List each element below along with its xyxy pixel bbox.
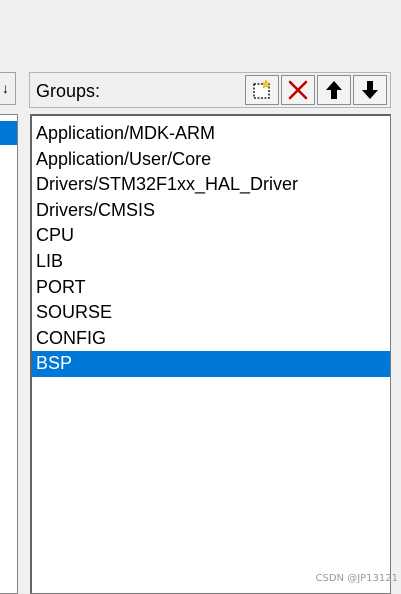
watermark: CSDN @JP13121 — [315, 573, 398, 584]
group-item-selected[interactable]: BSP — [32, 351, 390, 377]
groups-list[interactable]: Application/MDK-ARM Application/User/Cor… — [30, 114, 391, 594]
move-up-arrow-icon — [326, 81, 342, 99]
group-item[interactable]: Application/User/Core — [32, 147, 390, 173]
move-down-button[interactable] — [353, 75, 387, 105]
group-item[interactable]: Drivers/CMSIS — [32, 198, 390, 224]
groups-toolbar — [243, 75, 387, 105]
move-down-arrow-icon — [362, 81, 378, 99]
group-item[interactable]: CONFIG — [32, 326, 390, 352]
groups-label: Groups: — [36, 81, 101, 101]
new-group-button[interactable] — [245, 75, 279, 105]
move-down-arrow-icon[interactable]: ↓ — [2, 80, 9, 96]
move-up-button[interactable] — [317, 75, 351, 105]
delete-icon — [288, 80, 308, 100]
new-group-icon — [253, 79, 271, 99]
group-item[interactable]: CPU — [32, 223, 390, 249]
group-item[interactable]: Drivers/STM32F1xx_HAL_Driver — [32, 172, 390, 198]
delete-group-button[interactable] — [281, 75, 315, 105]
left-pane-list[interactable] — [0, 114, 18, 594]
left-pane-selected-item[interactable] — [0, 121, 17, 145]
group-item[interactable]: LIB — [32, 249, 390, 275]
groups-header: Groups: — [29, 72, 391, 108]
group-item[interactable]: PORT — [32, 275, 390, 301]
left-pane-header: ↓ — [0, 72, 16, 105]
group-item[interactable]: SOURSE — [32, 300, 390, 326]
group-item[interactable]: Application/MDK-ARM — [32, 121, 390, 147]
